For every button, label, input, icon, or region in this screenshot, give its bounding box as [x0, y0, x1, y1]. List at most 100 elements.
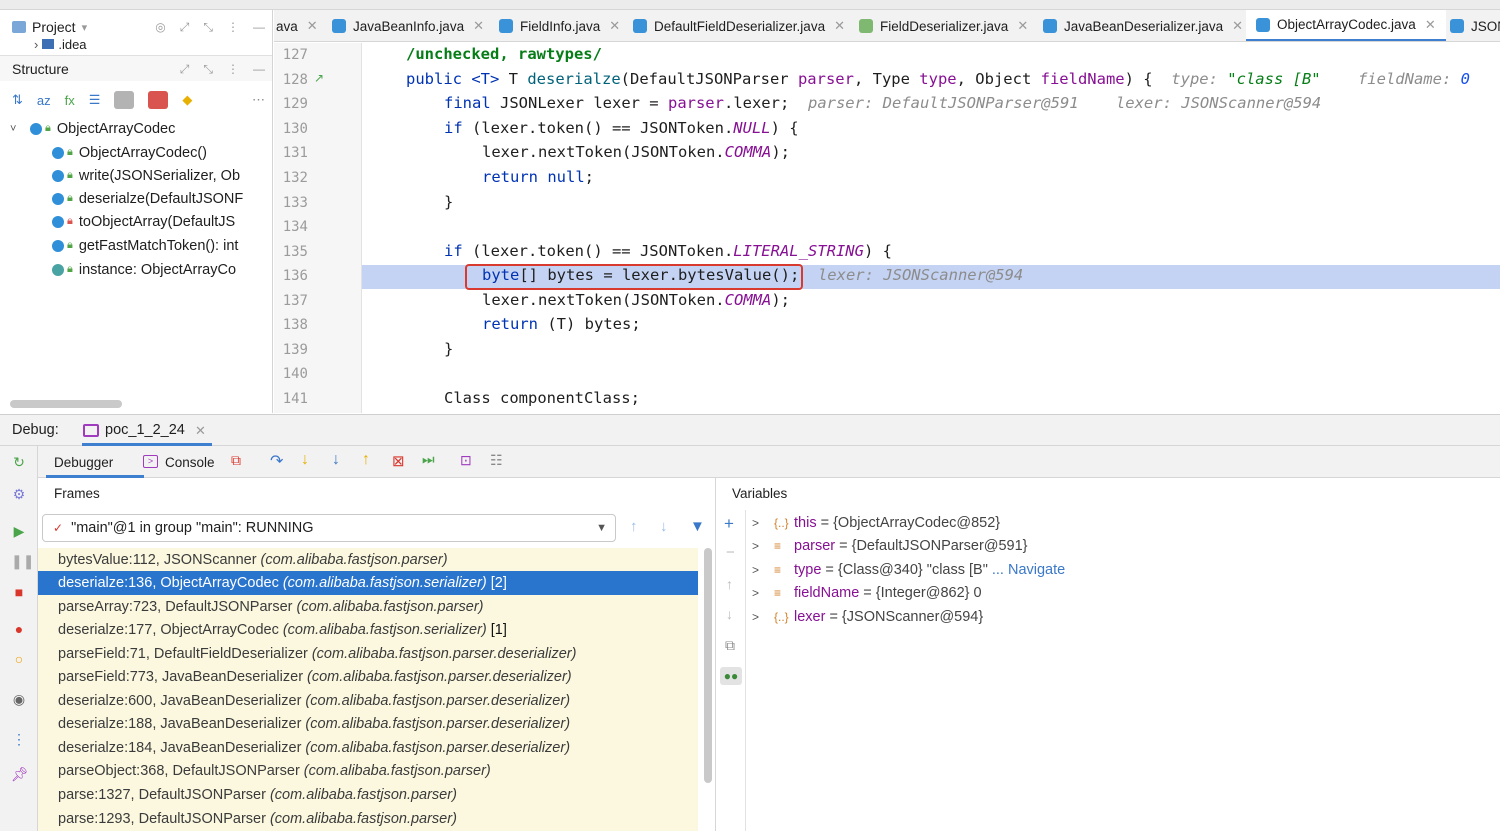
frame-row-selected[interactable]: deserialze:136, ObjectArrayCodec (com.ali…	[38, 571, 698, 595]
variable-row[interactable]: > {..} lexer = {JSONScanner@594}	[752, 605, 983, 628]
stop-icon[interactable]: ■	[11, 584, 27, 600]
tab-partial[interactable]: ava ✕	[276, 10, 318, 41]
tab-fielddeserializer[interactable]: FieldDeserializer.java ✕	[859, 10, 1028, 41]
minimize-icon[interactable]: —	[253, 20, 265, 34]
force-step-into-icon[interactable]: ↓	[332, 451, 340, 469]
thread-selector[interactable]: ✓ "main"@1 in group "main": RUNNING ▼	[42, 514, 616, 542]
show-fields-icon[interactable]: fx	[65, 93, 75, 108]
view-breakpoints-icon[interactable]: ●	[11, 621, 27, 637]
resume-icon[interactable]: ▶	[11, 523, 27, 539]
tab-objectarraycodec[interactable]: ObjectArrayCodec.java ✕	[1246, 10, 1446, 41]
minimize-icon[interactable]: —	[253, 62, 265, 76]
list-icon[interactable]: ☰	[89, 92, 101, 108]
implements-icon[interactable]: ↗	[314, 71, 324, 85]
frame-row[interactable]: parse:1293, DefaultJSONParser (com.alibab…	[38, 806, 698, 831]
tree-class-row[interactable]: ˅ 🔒︎ ObjectArrayCodec	[10, 117, 175, 140]
arrow-down-icon[interactable]: ↓	[660, 518, 668, 535]
frame-row[interactable]: deserialze:177, ObjectArrayCodec (com.ali…	[38, 618, 698, 642]
more-icon[interactable]: ⋮	[227, 62, 239, 76]
close-icon[interactable]: ✕	[307, 18, 318, 34]
variable-row[interactable]: > ≡ parser = {DefaultJSONParser@591}	[752, 534, 1028, 557]
lock-filter-icon[interactable]	[148, 91, 169, 109]
remove-watch-icon[interactable]: −	[726, 544, 735, 561]
frame-row[interactable]: parse:1327, DefaultJSONParser (com.alibab…	[38, 783, 698, 807]
mute-breakpoints-icon[interactable]: ○	[11, 651, 27, 667]
chevron-right-icon[interactable]: >	[752, 586, 774, 600]
tree-method-row[interactable]: 🔒︎ getFastMatchToken(): int	[52, 234, 238, 257]
move-up-icon[interactable]: ↑	[726, 576, 733, 592]
rerun-icon[interactable]: ↻	[11, 454, 27, 470]
step-out-icon[interactable]: ↑	[362, 451, 370, 469]
session-tab[interactable]: poc_1_2_24	[105, 422, 185, 438]
tree-method-row[interactable]: 🔒︎ deserialze(DefaultJSONF	[52, 187, 243, 210]
more-icon[interactable]: ⋯	[252, 92, 265, 108]
run-to-cursor-icon[interactable]: ⏭	[422, 451, 435, 468]
close-icon[interactable]: ✕	[195, 423, 206, 439]
restore-layout-icon[interactable]: ⧉	[231, 452, 241, 469]
expand-icon[interactable]: ⤢	[180, 20, 190, 35]
tab-javabeandeserializer[interactable]: JavaBeanDeserializer.java ✕	[1043, 10, 1243, 41]
close-icon[interactable]: ✕	[1017, 18, 1028, 34]
close-icon[interactable]: ✕	[834, 18, 845, 34]
chevron-right-icon[interactable]: >	[752, 539, 774, 553]
tab-json[interactable]: JSON	[1450, 10, 1500, 41]
horizontal-scrollbar[interactable]	[10, 400, 122, 408]
chevron-right-icon[interactable]: >	[752, 516, 774, 530]
step-over-icon[interactable]: ↷	[270, 451, 283, 471]
tab-javabeaninfo[interactable]: JavaBeanInfo.java ✕	[332, 10, 484, 41]
frame-row[interactable]: parseField:71, DefaultFieldDeserializer(…	[38, 642, 698, 666]
pin-icon[interactable]: 📌︎	[11, 766, 29, 782]
frame-row[interactable]: bytesValue:112, JSONScanner (com.alibaba.…	[38, 548, 698, 572]
chevron-down-icon[interactable]: ▾	[82, 21, 88, 34]
tree-method-row[interactable]: 🔒︎ toObjectArray(DefaultJS	[52, 210, 235, 233]
close-icon[interactable]: ✕	[1232, 18, 1243, 34]
sort-alpha-icon[interactable]: az	[37, 93, 51, 108]
expand-icon[interactable]: ⤢	[180, 62, 190, 77]
drop-frame-icon[interactable]: ⊠	[392, 452, 405, 470]
debugger-tab[interactable]: Debugger	[54, 455, 113, 470]
tab-defaultfielddeserializer[interactable]: DefaultFieldDeserializer.java ✕	[633, 10, 845, 41]
chevron-right-icon[interactable]: >	[752, 563, 774, 577]
copy-icon[interactable]: ⧉	[725, 637, 735, 654]
trace-icon[interactable]: ☷	[490, 452, 503, 469]
step-into-icon[interactable]: ↓	[301, 451, 309, 469]
move-down-icon[interactable]: ↓	[726, 606, 733, 622]
more-icon[interactable]: ⋮	[227, 20, 239, 34]
diamond-icon[interactable]: ◆	[182, 92, 192, 108]
frame-row[interactable]: parseField:773, JavaBeanDeserializer (com…	[38, 665, 698, 689]
filter-icon[interactable]: ▼	[690, 518, 705, 535]
tree-method-row[interactable]: 🔒︎ write(JSONSerializer, Ob	[52, 164, 240, 187]
more-icon[interactable]: ⋮	[11, 731, 27, 747]
variable-row[interactable]: > ≡ fieldName = {Integer@862} 0	[752, 581, 982, 604]
tag-icon[interactable]	[114, 91, 135, 109]
project-label[interactable]: Project	[32, 19, 76, 35]
collapse-icon[interactable]: ⤡	[203, 62, 213, 77]
frame-row[interactable]: parseArray:723, DefaultJSONParser (com.al…	[38, 595, 698, 619]
tree-field-row[interactable]: 🔒︎ instance: ObjectArrayCo	[52, 258, 236, 281]
console-tab[interactable]: Console	[165, 455, 215, 470]
close-icon[interactable]: ✕	[473, 18, 484, 34]
chevron-right-icon[interactable]: >	[752, 610, 774, 624]
sort-icon[interactable]: ⇅	[12, 92, 23, 108]
settings-icon[interactable]: ⚙	[11, 486, 27, 502]
add-watch-icon[interactable]: +	[724, 514, 734, 534]
close-icon[interactable]: ✕	[609, 18, 620, 34]
evaluate-icon[interactable]: ⊡	[460, 452, 472, 469]
idea-folder-row[interactable]: › .idea	[34, 37, 87, 51]
arrow-up-icon[interactable]: ↑	[630, 518, 638, 535]
camera-icon[interactable]: ◉	[11, 691, 27, 707]
navigate-link[interactable]: ... Navigate	[992, 562, 1065, 578]
target-icon[interactable]: ◎	[155, 20, 165, 34]
frames-scrollbar[interactable]	[704, 548, 712, 783]
glasses-icon[interactable]: ●●	[720, 667, 742, 685]
variable-row[interactable]: > {..} this = {ObjectArrayCodec@852}	[752, 511, 1000, 534]
frame-row[interactable]: parseObject:368, DefaultJSONParser (com.a…	[38, 759, 698, 783]
tree-method-row[interactable]: 🔒︎ ObjectArrayCodec()	[52, 141, 207, 164]
collapse-icon[interactable]: ⤡	[203, 20, 213, 35]
variable-row[interactable]: > ≡ type = {Class@340} "class [B" ... Na…	[752, 558, 1065, 581]
frame-row[interactable]: deserialze:600, JavaBeanDeserializer (com…	[38, 689, 698, 713]
frame-row[interactable]: deserialze:188, JavaBeanDeserializer (com…	[38, 712, 698, 736]
pause-icon[interactable]: ❚❚	[11, 553, 34, 569]
close-icon[interactable]: ✕	[1425, 17, 1436, 33]
tab-fieldinfo[interactable]: FieldInfo.java ✕	[499, 10, 620, 41]
